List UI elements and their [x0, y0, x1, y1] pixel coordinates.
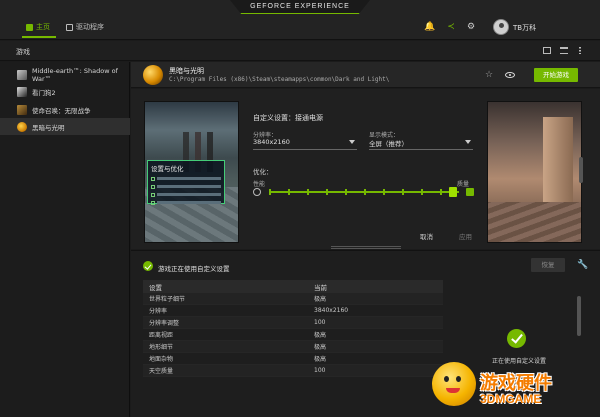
- home-icon: [26, 23, 33, 31]
- table-row[interactable]: 分辨率 3840x2160: [143, 305, 443, 317]
- game-title: 黑暗与光明: [169, 67, 204, 75]
- setting-name-cell: 分辨率: [149, 308, 168, 315]
- table-row[interactable]: 地面杂物 极高: [143, 353, 443, 365]
- gear-icon[interactable]: ⚙: [466, 22, 476, 32]
- table-row[interactable]: 距离视距 极高: [143, 329, 443, 341]
- setting-value-cell: 100: [314, 367, 326, 374]
- game-install-path: C:\Program Files (x86)\Steam\steamapps\c…: [169, 76, 390, 83]
- setting-value-cell: 极高: [314, 296, 327, 303]
- title-bar: GEFORCE EXPERIENCE 主页 驱动程序 🔔 ≺ ⚙ TB万科: [0, 0, 600, 40]
- check-circle-icon: [507, 329, 526, 348]
- table-row[interactable]: 分辨率调整 100: [143, 317, 443, 329]
- setting-name-cell: 分辨率调整: [149, 320, 180, 327]
- game-thumbnail: [17, 121, 27, 132]
- setting-name-cell: 世界粒子细节: [149, 296, 186, 303]
- custom-settings-status: 正在使用自定义设置: [491, 358, 546, 365]
- table-row[interactable]: 天空质量 100: [143, 365, 443, 377]
- quality-icon: [466, 188, 474, 196]
- setting-value-cell: 极高: [314, 332, 327, 339]
- sub-header: 游戏: [0, 41, 600, 61]
- drivers-icon: [66, 23, 73, 31]
- settings-panel: 设置与优化 自定义设置：接通电源 分辨率： 3840x2160 显示模式： 全屏…: [131, 89, 600, 249]
- grid-view-icon[interactable]: [543, 47, 551, 54]
- bell-icon[interactable]: 🔔: [424, 22, 435, 32]
- wrench-icon[interactable]: 🔧: [577, 260, 588, 270]
- setting-name-cell: 天空质量: [149, 368, 174, 375]
- sidebar-item-infinite-warfare[interactable]: 使命召唤：无限战争: [0, 101, 130, 118]
- setting-value-cell: 极高: [314, 344, 327, 351]
- active-tab-indicator: [22, 36, 56, 38]
- game-thumbnail: [17, 104, 27, 115]
- game-thumbnail: [17, 86, 27, 97]
- checkbox-icon: [151, 176, 155, 181]
- games-sidebar: Middle-earth™: Shadow of War™ 看门狗2 使命召唤：…: [0, 62, 130, 417]
- checkbox-icon: [151, 200, 155, 205]
- resolution-select[interactable]: 3840x2160: [253, 138, 357, 150]
- filter-icon[interactable]: [560, 47, 568, 54]
- watermark-domain: 3DMGAME: [480, 392, 542, 406]
- custom-setting-title: 自定义设置：接通电源: [253, 114, 323, 122]
- share-icon[interactable]: ≺: [446, 22, 456, 32]
- table-header: 设置 当前: [143, 280, 443, 293]
- game-header: 黑暗与光明 C:\Program Files (x86)\Steam\steam…: [131, 62, 600, 88]
- apply-button[interactable]: 应用: [459, 231, 472, 241]
- brand-logo: GEFORCE EXPERIENCE: [230, 0, 370, 14]
- sidebar-item-shadow-of-war[interactable]: Middle-earth™: Shadow of War™: [0, 66, 130, 83]
- nav-home-tab[interactable]: 主页: [26, 20, 50, 34]
- setting-name-cell: 地面杂物: [149, 356, 174, 363]
- settings-table: 设置 当前 世界粒子细节 极高 分辨率 3840x2160 分辨率调整 100 距离视距 极高…: [143, 280, 443, 377]
- eye-icon[interactable]: [505, 72, 515, 78]
- check-circle-icon: [143, 261, 153, 271]
- table-row[interactable]: 世界粒子细节 极高: [143, 293, 443, 305]
- play-button[interactable]: 开始游戏: [534, 68, 578, 82]
- checkbox-icon: [151, 192, 155, 197]
- table-scrollbar[interactable]: [577, 296, 581, 336]
- performance-icon: [253, 188, 261, 196]
- games-heading: 游戏: [16, 48, 30, 56]
- optimize-label: 优化：: [253, 168, 273, 176]
- star-icon[interactable]: ☆: [485, 70, 493, 80]
- setting-value-cell: 3840x2160: [314, 307, 349, 314]
- sidebar-item-watch-dogs-2[interactable]: 看门狗2: [0, 83, 130, 100]
- game-screenshot-right: [487, 101, 582, 243]
- display-mode-select[interactable]: 全屏（推荐）: [369, 138, 473, 150]
- checkbox-icon: [151, 184, 155, 189]
- in-game-settings-overlay: 设置与优化: [147, 160, 225, 205]
- avatar[interactable]: [493, 19, 509, 35]
- setting-name-cell: 距离视距: [149, 332, 174, 339]
- nav-drivers-tab[interactable]: 驱动程序: [66, 20, 104, 34]
- collapse-handle[interactable]: [331, 246, 401, 249]
- table-row[interactable]: 地形细节 极高: [143, 341, 443, 353]
- more-options-icon[interactable]: [579, 47, 581, 54]
- game-thumbnail: [17, 69, 27, 80]
- username[interactable]: TB万科: [513, 23, 536, 33]
- chevron-down-icon: [349, 140, 355, 144]
- status-text: 游戏正在使用自定义设置: [158, 265, 230, 273]
- cancel-button[interactable]: 取消: [420, 231, 433, 241]
- restore-button[interactable]: 恢复: [531, 258, 565, 272]
- game-logo: [143, 65, 163, 85]
- sidebar-item-dark-and-light[interactable]: 黑暗与光明: [0, 118, 130, 135]
- game-screenshot-left: 设置与优化: [144, 101, 239, 243]
- quality-slider-handle[interactable]: [449, 187, 458, 197]
- settings-scrollbar[interactable]: [579, 157, 583, 183]
- setting-value-cell: 100: [314, 319, 326, 326]
- setting-value-cell: 极高: [314, 356, 327, 363]
- chevron-down-icon: [465, 140, 471, 144]
- setting-name-cell: 地形细节: [149, 344, 174, 351]
- quality-slider-ticks: [269, 189, 459, 195]
- performance-label: 性能: [253, 181, 266, 188]
- quality-label: 质量: [457, 181, 470, 188]
- watermark-mascot-icon: [432, 362, 476, 406]
